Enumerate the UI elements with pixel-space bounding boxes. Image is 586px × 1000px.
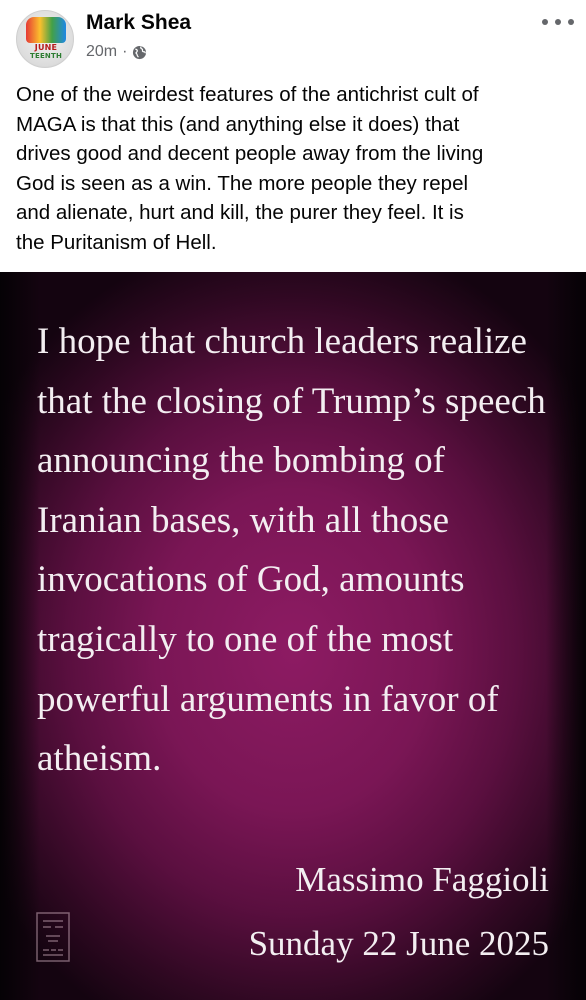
meta-separator: · xyxy=(122,43,128,60)
post-text: One of the weirdest features of the anti… xyxy=(16,83,484,254)
post-timestamp[interactable]: 20m xyxy=(86,43,117,61)
stamp-watermark-icon xyxy=(36,912,70,962)
post-image[interactable]: I hope that church leaders realize that … xyxy=(0,272,586,1000)
quote-date: Sunday 22 June 2025 xyxy=(248,924,549,963)
quote-text: I hope that church leaders realize that … xyxy=(37,321,546,780)
globe-icon xyxy=(132,45,147,60)
post-header: JUNE TEENTH Mark Shea 20m · xyxy=(0,0,586,76)
quote-author: Massimo Faggioli xyxy=(295,860,549,899)
more-options-icon[interactable] xyxy=(542,12,574,32)
juneteenth-logo-icon xyxy=(26,17,66,43)
avatar[interactable]: JUNE TEENTH xyxy=(16,10,74,68)
avatar-logo-text: JUNE TEENTH xyxy=(29,43,63,61)
author-name[interactable]: Mark Shea xyxy=(86,10,191,36)
image-vignette-left xyxy=(0,272,40,1000)
post-meta: 20m · xyxy=(86,41,147,63)
